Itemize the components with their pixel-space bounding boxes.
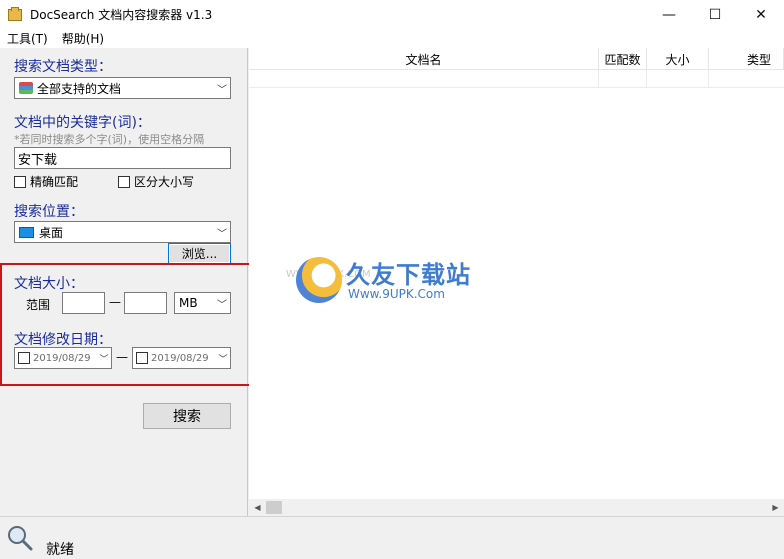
watermark-title: 久友下载站 [346, 261, 471, 289]
location-select[interactable]: 桌面 ﹀ [14, 221, 231, 243]
case-sensitive-checkbox[interactable]: 区分大小写 [118, 173, 194, 190]
keyword-input[interactable]: 安下载 [14, 147, 231, 169]
chevron-down-icon: ﹀ [217, 228, 227, 240]
title-bar: DocSearch 文档内容搜索器 v1.3 — ☐ ✕ [0, 0, 784, 29]
folder-app-icon [8, 6, 22, 21]
scroll-right-arrow-icon[interactable]: ▶ [767, 499, 784, 516]
doc-type-value: 全部支持的文档 [37, 81, 122, 96]
desktop-icon [19, 226, 34, 238]
keyword-hint: *若同时搜索多个字(词)，使用空格分隔 [14, 133, 205, 146]
watermark-url: Www.9UPK.Com [348, 287, 445, 301]
watermark-logo-icon [296, 257, 342, 303]
doc-type-select[interactable]: 全部支持的文档 ﹀ [14, 77, 231, 99]
table-cell [709, 70, 784, 88]
window-controls: — ☐ ✕ [646, 0, 784, 29]
status-text: 就绪 [46, 542, 74, 558]
close-button[interactable]: ✕ [738, 0, 784, 29]
scroll-thumb[interactable] [266, 501, 282, 514]
table-cell [647, 70, 709, 88]
exact-match-checkbox[interactable]: 精确匹配 [14, 173, 78, 190]
column-header-size[interactable]: 大小 [647, 48, 709, 70]
column-header-type[interactable]: 类型 [709, 48, 784, 70]
checkbox-box [118, 175, 130, 188]
exact-match-label: 精确匹配 [30, 175, 79, 189]
location-value: 桌面 [39, 225, 64, 240]
watermark: WWW.9UPK.COM 久友下载站 Www.9UPK.Com [286, 255, 496, 315]
horizontal-scrollbar[interactable]: ◀ ▶ [249, 499, 784, 516]
documents-icon [19, 82, 33, 94]
menu-tools[interactable]: 工具(T) [0, 30, 55, 47]
table-row[interactable] [249, 70, 784, 88]
table-cell [599, 70, 647, 88]
menu-bar: 工具(T) 帮助(H) [0, 29, 784, 48]
scroll-left-arrow-icon[interactable]: ◀ [249, 499, 266, 516]
doc-type-label: 搜索文档类型： [14, 59, 112, 75]
checkbox-box [14, 175, 26, 188]
column-header-name[interactable]: 文档名 [249, 48, 599, 70]
highlight-frame [0, 263, 254, 386]
menu-help[interactable]: 帮助(H) [55, 30, 111, 47]
browse-button[interactable]: 浏览... [168, 243, 231, 264]
search-button[interactable]: 搜索 [143, 403, 231, 429]
keyword-label: 文档中的关键字(词)： [14, 115, 151, 131]
column-header-matches[interactable]: 匹配数 [599, 48, 647, 70]
window-title: DocSearch 文档内容搜索器 v1.3 [30, 8, 213, 22]
table-cell [249, 70, 599, 88]
case-sensitive-label: 区分大小写 [134, 175, 195, 189]
maximize-button[interactable]: ☐ [692, 0, 738, 29]
chevron-down-icon: ﹀ [217, 84, 227, 96]
location-label: 搜索位置： [14, 204, 84, 220]
minimize-button[interactable]: — [646, 0, 692, 29]
list-header: 文档名 匹配数 大小 类型 [249, 48, 784, 70]
magnifier-icon [8, 526, 33, 551]
status-bar: 就绪 [0, 516, 784, 559]
